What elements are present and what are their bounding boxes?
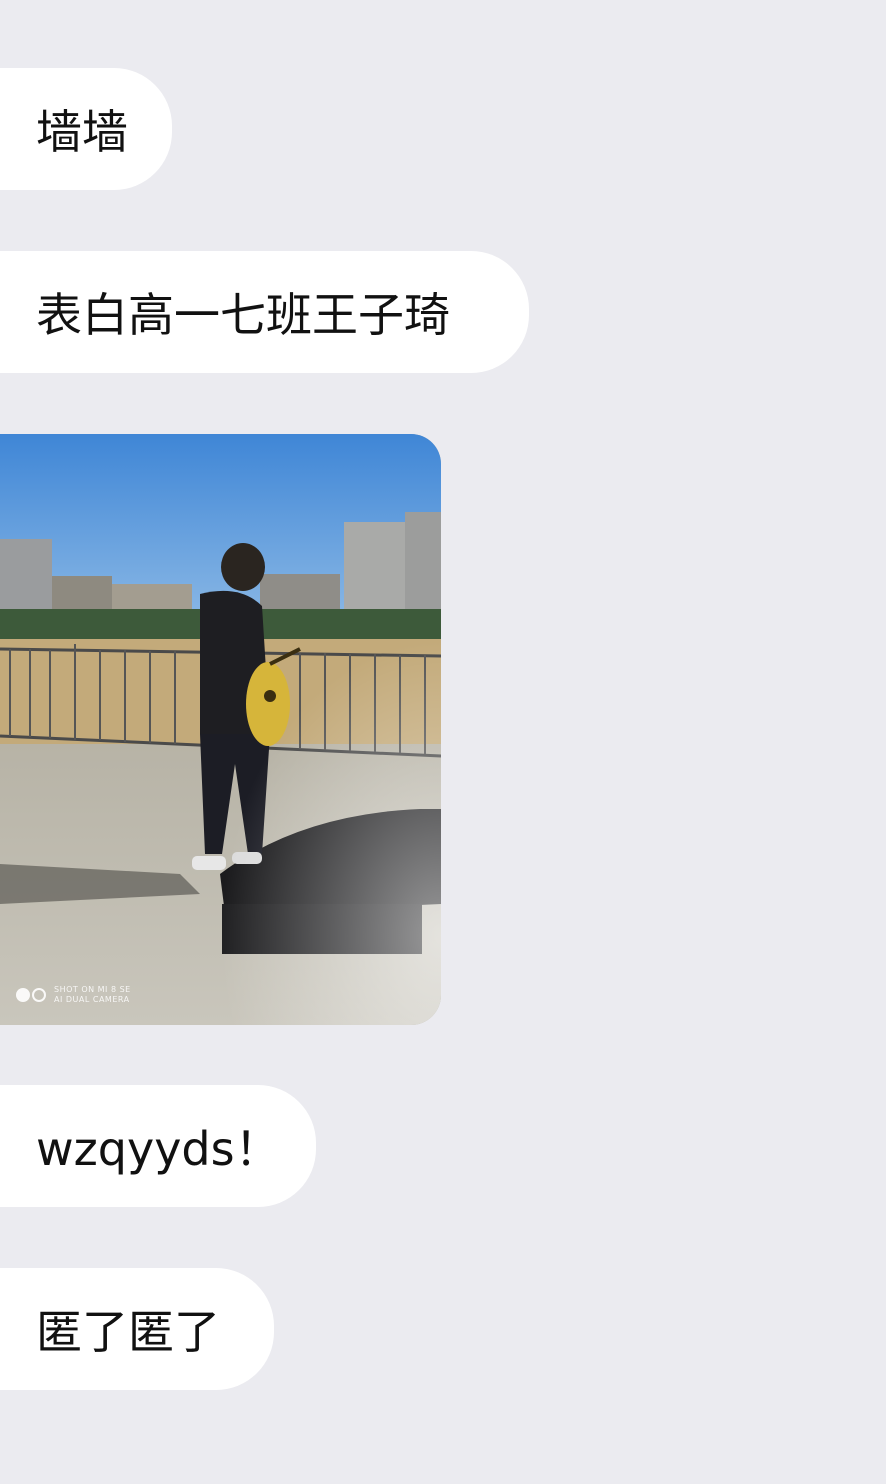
message-bubble[interactable]: 表白高一七班王子琦 [0, 251, 529, 373]
message-bubble[interactable]: wzqyyds！ [0, 1085, 316, 1207]
message-text: wzqyyds！ [36, 1122, 281, 1176]
image-message[interactable]: SHOT ON MI 8 SE AI DUAL CAMERA [0, 434, 441, 1025]
watermark-line-1: SHOT ON MI 8 SE [54, 985, 131, 994]
message-text: 匿了匿了 [36, 1305, 220, 1359]
camera-watermark: SHOT ON MI 8 SE AI DUAL CAMERA [16, 985, 131, 1005]
watermark-dot-icon [16, 988, 30, 1002]
message-text: 墙墙 [36, 105, 128, 159]
photo-image [0, 434, 441, 1025]
message-bubble[interactable]: 墙墙 [0, 68, 172, 190]
message-bubble[interactable]: 匿了匿了 [0, 1268, 274, 1390]
watermark-line-2: AI DUAL CAMERA [54, 995, 130, 1004]
watermark-dot-icon [32, 988, 46, 1002]
message-text: 表白高一七班王子琦 [36, 288, 450, 342]
